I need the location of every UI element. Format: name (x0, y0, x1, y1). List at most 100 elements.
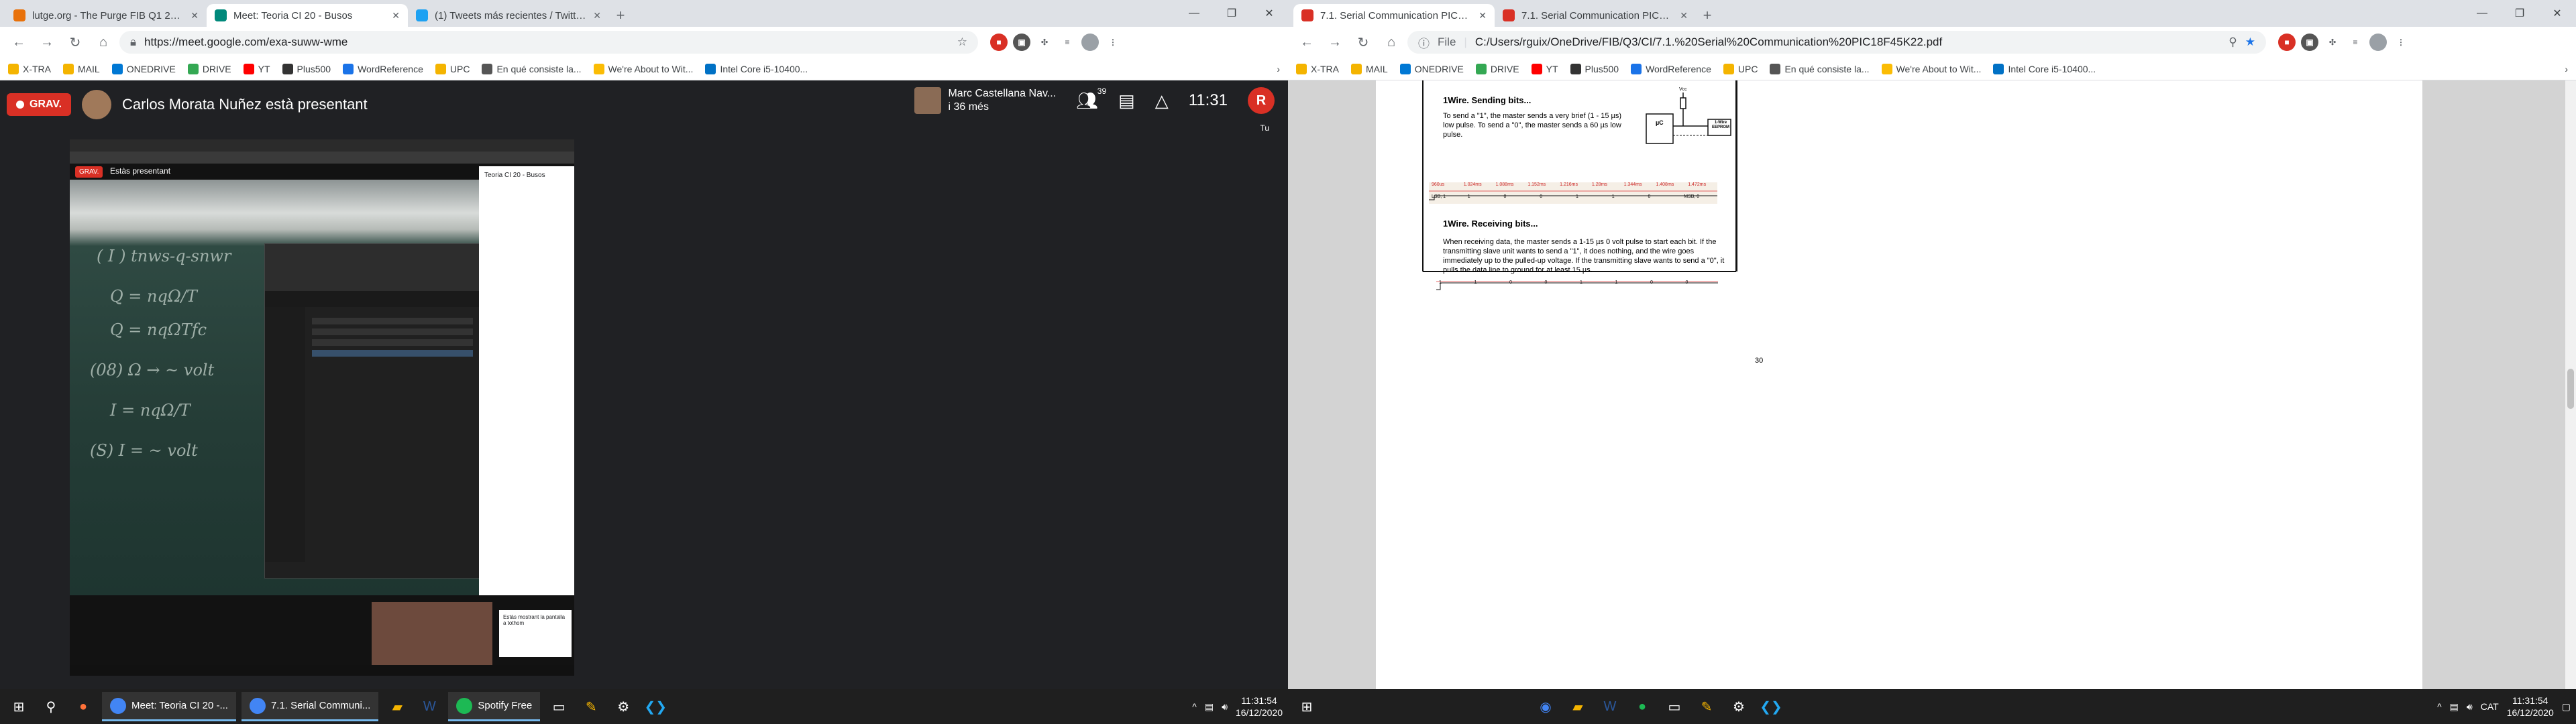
close-icon[interactable]: ✕ (1680, 10, 1688, 21)
start-icon[interactable]: ⊞ (1293, 693, 1320, 720)
bookmark-item[interactable]: We're About to Wit... (1881, 63, 1981, 74)
firefox-icon[interactable] (1500, 693, 1527, 720)
maximize-button[interactable]: ❐ (1213, 0, 1250, 27)
bookmark-item[interactable]: WordReference (343, 63, 423, 74)
reload-button[interactable]: ↻ (1351, 30, 1375, 54)
volume-icon[interactable]: 🔊︎ (2467, 701, 2473, 713)
folder-icon[interactable]: ▰ (1564, 693, 1591, 720)
vscode-icon[interactable]: ❮❯ (1758, 693, 1784, 720)
chat-icon[interactable]: ▤ (1118, 90, 1135, 111)
notifications-icon[interactable]: ▢ (2562, 701, 2571, 713)
scrollbar-thumb[interactable] (2567, 369, 2574, 409)
new-tab-button[interactable]: + (1696, 4, 1719, 27)
bookmark-item[interactable]: We're About to Wit... (593, 63, 693, 74)
word-icon[interactable]: W (416, 693, 443, 720)
tray-chevron-icon[interactable]: ^ (2437, 701, 2442, 712)
activities-icon[interactable]: △ (1155, 90, 1169, 111)
vscode-icon[interactable]: ❮❯ (642, 693, 669, 720)
pdf-scrollbar[interactable] (2565, 80, 2576, 689)
tray-chevron-icon[interactable]: ^ (1192, 701, 1197, 712)
menu-icon[interactable]: ⋮ (2392, 34, 2410, 51)
home-button[interactable]: ⌂ (1379, 30, 1403, 54)
bookmark-item[interactable]: YT (1531, 63, 1558, 74)
clock[interactable]: 11:31:54 16/12/2020 (2507, 695, 2554, 719)
bookmark-item[interactable]: X-TRA (8, 63, 51, 74)
bookmark-item[interactable]: YT (243, 63, 270, 74)
snip-icon[interactable]: ▭ (545, 693, 572, 720)
people-icon[interactable]: 👥︎ 39 (1076, 86, 1106, 111)
bookmark-item[interactable]: DRIVE (1475, 63, 1519, 74)
bookmark-item[interactable]: MAIL (63, 63, 100, 74)
firefox-icon[interactable]: ● (70, 693, 97, 720)
start-icon[interactable]: ⊞ (5, 693, 32, 720)
chrome-icon[interactable]: ◉ (1532, 693, 1559, 720)
clock[interactable]: 11:31:54 16/12/2020 (1236, 695, 1283, 719)
reading-list-icon[interactable]: ≡ (1059, 34, 1076, 51)
reading-list-icon[interactable]: ≡ (2347, 34, 2364, 51)
bookmark-item[interactable]: UPC (435, 63, 470, 74)
network-icon[interactable]: ▤ (1205, 701, 1214, 713)
maximize-button[interactable]: ❐ (2501, 0, 2538, 27)
self-avatar[interactable]: R (1248, 87, 1275, 114)
extensions-puzzle-icon[interactable]: ✣ (1036, 34, 1053, 51)
tab-lutge[interactable]: lutge.org - The Purge FIB Q1 20... ✕ (5, 4, 207, 27)
network-icon[interactable]: ▤ (2450, 701, 2459, 713)
bookmark-item[interactable]: X-TRA (1296, 63, 1339, 74)
close-icon[interactable]: ✕ (392, 10, 400, 21)
forward-button[interactable]: → (1323, 30, 1347, 54)
extension-icon[interactable]: ■ (990, 34, 1008, 51)
bookmark-item[interactable]: ONEDRIVE (111, 63, 176, 74)
forward-button[interactable]: → (35, 30, 59, 54)
spotify-icon[interactable]: ● (1629, 693, 1656, 720)
close-window-button[interactable]: ✕ (2538, 0, 2576, 27)
home-button[interactable]: ⌂ (91, 30, 115, 54)
taskbar-app-pdf[interactable]: 7.1. Serial Communi... (241, 692, 379, 721)
extension-icon[interactable]: ▣ (2301, 34, 2318, 51)
minimize-button[interactable]: — (2463, 0, 2501, 27)
reload-button[interactable]: ↻ (63, 30, 87, 54)
bookmark-item[interactable]: Intel Core i5-10400... (1993, 63, 2096, 74)
close-icon[interactable]: ✕ (593, 10, 601, 21)
taskbar-app-meet[interactable]: Meet: Teoria CI 20 -... (102, 692, 236, 721)
snip-icon[interactable]: ▭ (1661, 693, 1688, 720)
bookmark-item[interactable]: ONEDRIVE (1399, 63, 1464, 74)
profile-avatar[interactable] (1081, 34, 1099, 51)
bookmark-item[interactable]: En qué consiste la... (1770, 63, 1870, 74)
bookmark-item[interactable]: DRIVE (187, 63, 231, 74)
bookmark-item[interactable]: Intel Core i5-10400... (705, 63, 808, 74)
zoom-icon[interactable]: ⚲ (2229, 36, 2237, 49)
volume-icon[interactable]: 🔊︎ (1222, 701, 1228, 713)
word-icon[interactable]: W (1597, 693, 1623, 720)
extension-icon[interactable]: ▣ (1013, 34, 1030, 51)
close-window-button[interactable]: ✕ (1250, 0, 1288, 27)
star-icon[interactable]: ☆ (957, 36, 967, 49)
taskbar-app-spotify[interactable]: Spotify Free (448, 692, 541, 721)
bookmark-item[interactable]: Plus500 (282, 63, 331, 74)
back-button[interactable]: ← (7, 30, 31, 54)
address-bar[interactable]: ⓘ File | C:/Users/rguix/OneDrive/FIB/Q3/… (1407, 31, 2266, 54)
close-icon[interactable]: ✕ (1479, 10, 1487, 21)
close-icon[interactable]: ✕ (191, 10, 199, 21)
settings-icon[interactable]: ⚙ (610, 693, 637, 720)
minimize-button[interactable]: — (1175, 0, 1213, 27)
settings-icon[interactable]: ⚙ (1725, 693, 1752, 720)
participant-tile[interactable]: Marc Castellana Nav... i 36 més (914, 87, 1056, 114)
pen-icon[interactable]: ✎ (1693, 693, 1720, 720)
tab-meet[interactable]: Meet: Teoria CI 20 - Busos ✕ (207, 4, 408, 27)
bookmark-item[interactable]: En qué consiste la... (482, 63, 582, 74)
new-tab-button[interactable]: + (609, 4, 632, 27)
recording-badge[interactable]: GRAV. (7, 93, 72, 116)
language-indicator[interactable]: CAT (2481, 701, 2499, 712)
extensions-puzzle-icon[interactable]: ✣ (2324, 34, 2341, 51)
bookmark-item[interactable]: WordReference (1631, 63, 1711, 74)
tab-pdf-2[interactable]: 7.1. Serial Communication PIC18... ✕ (1495, 4, 1696, 27)
bookmark-item[interactable]: Plus500 (1570, 63, 1619, 74)
pen-icon[interactable]: ✎ (578, 693, 604, 720)
chevron-right-icon[interactable]: › (1277, 64, 1280, 74)
folder-icon[interactable]: ▰ (384, 693, 411, 720)
back-button[interactable]: ← (1295, 30, 1319, 54)
bookmark-item[interactable]: UPC (1723, 63, 1758, 74)
address-bar[interactable]: 🔒︎ https://meet.google.com/exa-suww-wme … (119, 31, 978, 54)
tab-pdf-1[interactable]: 7.1. Serial Communication PIC18... ✕ (1293, 4, 1495, 27)
bookmark-item[interactable]: MAIL (1351, 63, 1388, 74)
